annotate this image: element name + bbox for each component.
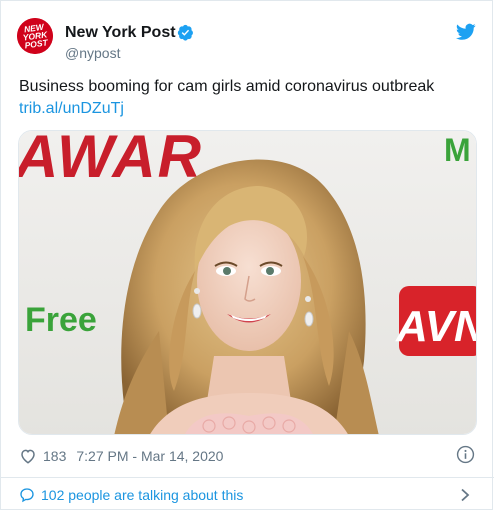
verified-badge-icon	[177, 24, 193, 41]
account-handle[interactable]: @nypost	[65, 45, 120, 61]
tweet-text: Business booming for cam girls amid coro…	[19, 78, 435, 95]
tweet-timestamp[interactable]: 7:27 PM - Mar 14, 2020	[76, 448, 223, 464]
tweet-link[interactable]: trib.al/unDZuTj	[19, 100, 124, 118]
tweet-media-photo[interactable]: AWAR Free M AVN	[18, 130, 477, 435]
backdrop-word-free: Free	[25, 301, 97, 339]
avn-logo: AVN	[395, 286, 477, 356]
backdrop-word-awards: AWAR	[19, 131, 203, 190]
heart-icon[interactable]	[19, 447, 37, 465]
tweet-meta: 183 7:27 PM - Mar 14, 2020	[19, 446, 223, 466]
account-name[interactable]: New York Post	[65, 24, 176, 42]
info-icon[interactable]	[456, 445, 475, 464]
backdrop-word-m: M	[444, 132, 471, 168]
twitter-bird-icon[interactable]	[456, 23, 476, 41]
speech-bubble-icon	[20, 488, 34, 503]
nypost-logo: NEW YORK POST	[17, 18, 53, 54]
conversation-count-label[interactable]: 102 people are talking about this	[41, 487, 243, 503]
like-count[interactable]: 183	[43, 448, 66, 464]
divider	[1, 477, 494, 478]
avatar[interactable]: NEW YORK POST	[17, 18, 53, 54]
chevron-right-icon[interactable]	[459, 488, 471, 502]
photo-illustration: AWAR Free M AVN	[19, 131, 477, 434]
backdrop-word-avn: AVN	[395, 302, 477, 351]
tweet-card: NEW YORK POST New York Post @nypost Busi…	[0, 0, 494, 510]
conversation-link[interactable]: 102 people are talking about this	[19, 485, 243, 505]
